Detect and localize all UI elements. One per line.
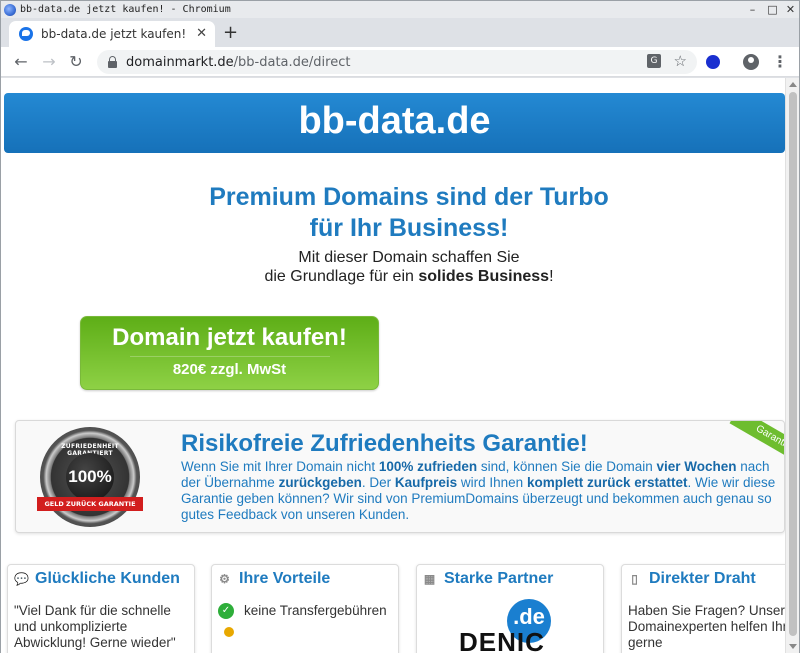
card-body: ✓ keine Transfergebühren: [218, 603, 398, 641]
denic-logo-text: DENIC: [459, 627, 545, 653]
profile-avatar-icon[interactable]: [743, 54, 759, 70]
url-path: /bb-data.de/direct: [233, 54, 351, 70]
scrollbar-thumb[interactable]: [789, 92, 797, 636]
card-title: Glückliche Kunden: [35, 570, 180, 587]
chromium-app-icon: [4, 3, 16, 16]
tab-close-icon[interactable]: ✕: [196, 26, 207, 41]
speech-bubble-icon: 💬: [14, 571, 29, 586]
card-title-row: ▦ Starke Partner: [423, 570, 554, 588]
guarantee-text-bold: komplett zurück erstattet: [526, 475, 688, 490]
hero-sub-line2-pre: die Grundlage für ein: [264, 268, 419, 285]
phone-icon: ▯: [631, 571, 638, 586]
card-direct-line: ▯ Direkter Draht Haben Sie Fragen? Unser …: [621, 564, 791, 653]
window-title: bb-data.de jetzt kaufen! - Chromium: [20, 4, 231, 15]
card-title-row: 💬 Glückliche Kunden: [14, 570, 180, 588]
buy-button-divider: [129, 356, 330, 357]
browser-window: bb-data.de jetzt kaufen! - Chromium – □ …: [0, 0, 800, 653]
buy-button-label: Domain jetzt kaufen!: [112, 324, 347, 351]
vertical-scrollbar[interactable]: [785, 78, 799, 653]
close-window-button[interactable]: ✕: [784, 3, 797, 16]
url-host: domainmarkt.de: [126, 54, 234, 70]
advantage-bullet-icon: [224, 627, 234, 638]
card-title: Starke Partner: [444, 570, 554, 587]
bookmark-star-icon[interactable]: ☆: [674, 52, 687, 70]
guarantee-text-part: wird Ihnen: [457, 475, 527, 490]
page-content: bb-data.de Premium Domains sind der Turb…: [1, 78, 791, 653]
buy-domain-button[interactable]: Domain jetzt kaufen! 820€ zzgl. MwSt: [80, 316, 379, 390]
buy-button-price: 820€ zzgl. MwSt: [172, 361, 287, 378]
card-body: Haben Sie Fragen? Unser Domainexperten h…: [628, 603, 791, 650]
back-button[interactable]: ←: [10, 51, 32, 73]
hero-title-line2: für Ihr Business!: [309, 214, 509, 242]
card-happy-customers: 💬 Glückliche Kunden "Viel Dank für die sc…: [7, 564, 195, 653]
guarantee-seal-icon: ZUFRIEDENHEIT GARANTIERT 100% GELD ZURÜC…: [37, 427, 143, 527]
gears-icon: ⚙: [219, 571, 230, 586]
tab-strip: bb-data.de jetzt kaufen! ✕ +: [1, 18, 799, 47]
guarantee-box: ZUFRIEDENHEIT GARANTIERT 100% GELD ZURÜC…: [15, 420, 785, 533]
denic-logo: .de DENIC: [459, 599, 569, 653]
seal-percent: 100%: [66, 453, 114, 501]
card-title-row: ▯ Direkter Draht: [628, 570, 756, 588]
guarantee-text: Wenn Sie mit Ihrer Domain nicht 100% zuf…: [181, 459, 781, 523]
hero-sub-line2-bold: solides Business: [418, 268, 550, 285]
page-viewport: bb-data.de Premium Domains sind der Turb…: [1, 78, 799, 653]
new-tab-button[interactable]: +: [223, 22, 238, 44]
reload-button[interactable]: ↻: [65, 51, 87, 73]
address-bar[interactable]: domainmarkt.de/bb-data.de/direct G ☆: [97, 50, 697, 74]
card-strong-partners: ▦ Starke Partner .de DENIC: [416, 564, 604, 653]
checkmark-icon: ✓: [218, 603, 234, 620]
hero-subtitle: Mit dieser Domain schaffen Sie die Grund…: [1, 248, 799, 286]
extension-icon[interactable]: [706, 55, 720, 69]
title-bar: bb-data.de jetzt kaufen! - Chromium – □ …: [1, 1, 799, 18]
guarantee-text-part: sind, können Sie die Domain: [477, 459, 657, 474]
lock-icon[interactable]: [108, 55, 117, 68]
tab-title: bb-data.de jetzt kaufen!: [41, 27, 187, 41]
scroll-up-arrow-icon[interactable]: [789, 82, 797, 87]
card-title-row: ⚙ Ihre Vorteile: [218, 570, 330, 588]
hero-title: Premium Domains sind der Turbo für Ihr B…: [1, 182, 799, 244]
card-body: "Viel Dank für die schnelle und unkompli…: [14, 603, 176, 650]
browser-toolbar: ← → ↻ domainmarkt.de/bb-data.de/direct G…: [1, 47, 799, 77]
guarantee-text-bold: zurückgeben: [278, 475, 362, 490]
advantage-item: keine Transfergebühren: [244, 603, 387, 618]
tab-active[interactable]: bb-data.de jetzt kaufen! ✕: [9, 21, 215, 47]
maximize-button[interactable]: □: [766, 3, 779, 16]
guarantee-text-bold: vier Wochen: [656, 459, 737, 474]
hero-title-line1: Premium Domains sind der Turbo: [209, 183, 609, 211]
domain-header: bb-data.de: [4, 93, 785, 153]
guarantee-text-part: . Der: [361, 475, 395, 490]
browser-menu-icon[interactable]: ⋮: [772, 53, 788, 71]
guarantee-text-bold: 100% zufrieden: [378, 459, 478, 474]
scroll-down-arrow-icon[interactable]: [789, 644, 797, 649]
hero-sub-line2-post: !: [549, 268, 554, 285]
minimize-button[interactable]: –: [746, 3, 759, 16]
card-your-advantages: ⚙ Ihre Vorteile ✓ keine Transfergebühren: [211, 564, 399, 653]
handshake-icon: ▦: [423, 571, 436, 586]
translate-icon[interactable]: G: [647, 54, 661, 68]
forward-button[interactable]: →: [38, 51, 60, 73]
card-title: Direkter Draht: [649, 570, 756, 587]
guarantee-text-bold: Kaufpreis: [394, 475, 458, 490]
hero-sub-line1: Mit dieser Domain schaffen Sie: [298, 249, 520, 266]
guarantee-text-part: Wenn Sie mit Ihrer Domain nicht: [181, 459, 379, 474]
seal-ribbon: GELD ZURÜCK GARANTIE: [37, 497, 143, 511]
url-text[interactable]: domainmarkt.de/bb-data.de/direct: [126, 55, 350, 70]
tab-favicon-icon: [19, 27, 33, 41]
guarantee-title: Risikofreie Zufriedenheits Garantie!: [181, 430, 588, 457]
card-title: Ihre Vorteile: [239, 570, 331, 587]
